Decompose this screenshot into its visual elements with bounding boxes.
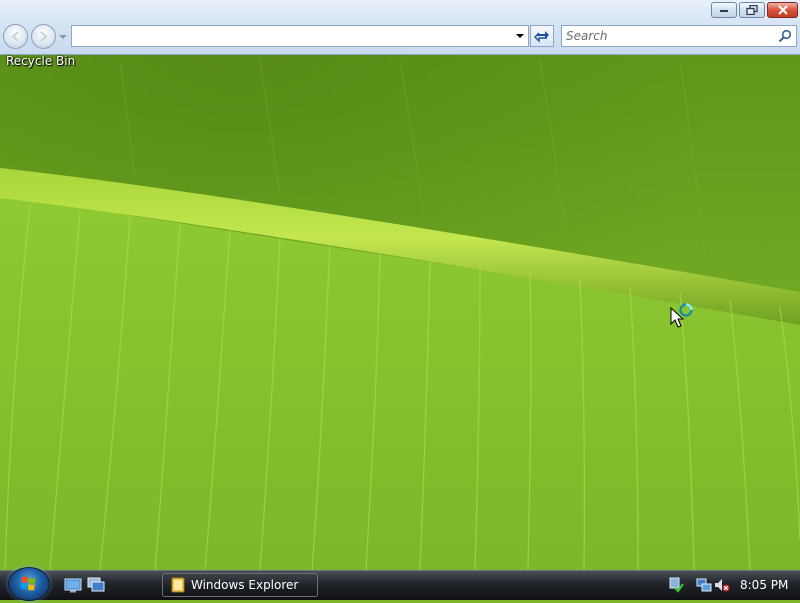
restore-button[interactable] xyxy=(739,2,765,18)
minimize-button[interactable] xyxy=(711,2,737,18)
back-arrow-icon xyxy=(11,31,19,42)
system-tray: 8:05 PM xyxy=(664,575,800,597)
taskbar-item-windows-explorer[interactable]: Windows Explorer xyxy=(162,573,318,597)
windows-logo-icon xyxy=(20,576,36,591)
clock[interactable]: 8:05 PM xyxy=(740,578,788,592)
taskbar: Windows Explorer 8:05 PM xyxy=(0,567,800,601)
start-button[interactable] xyxy=(8,567,50,601)
network-icon[interactable] xyxy=(696,577,712,593)
desktop-wallpaper xyxy=(0,0,800,570)
minimize-icon xyxy=(720,10,728,12)
address-bar[interactable] xyxy=(71,25,529,47)
volume-muted-icon[interactable] xyxy=(714,577,730,593)
address-input[interactable] xyxy=(74,28,514,44)
folder-icon xyxy=(171,577,185,593)
explorer-toolbar xyxy=(0,0,800,55)
back-button[interactable] xyxy=(3,24,28,49)
search-box[interactable] xyxy=(561,25,797,47)
forward-button[interactable] xyxy=(31,24,56,49)
refresh-icon xyxy=(534,31,549,43)
search-input[interactable] xyxy=(564,28,776,44)
close-icon xyxy=(777,5,788,15)
close-button[interactable] xyxy=(767,2,798,18)
address-dropdown-icon[interactable] xyxy=(515,32,525,40)
restore-icon xyxy=(746,5,758,15)
taskbar-item-label: Windows Explorer xyxy=(191,578,299,592)
desktop-icon-recycle-bin[interactable]: Recycle Bin xyxy=(6,54,76,70)
forward-arrow-icon xyxy=(40,31,48,42)
show-desktop-icon[interactable] xyxy=(64,576,82,594)
search-icon[interactable] xyxy=(778,29,792,43)
switch-windows-icon[interactable] xyxy=(87,576,105,594)
refresh-button[interactable] xyxy=(530,25,554,47)
recycle-bin-label: Recycle Bin xyxy=(6,54,76,68)
recent-pages-dropdown-icon[interactable] xyxy=(58,32,68,42)
busy-cursor-icon xyxy=(670,303,693,328)
windows-defender-icon[interactable] xyxy=(668,577,684,593)
